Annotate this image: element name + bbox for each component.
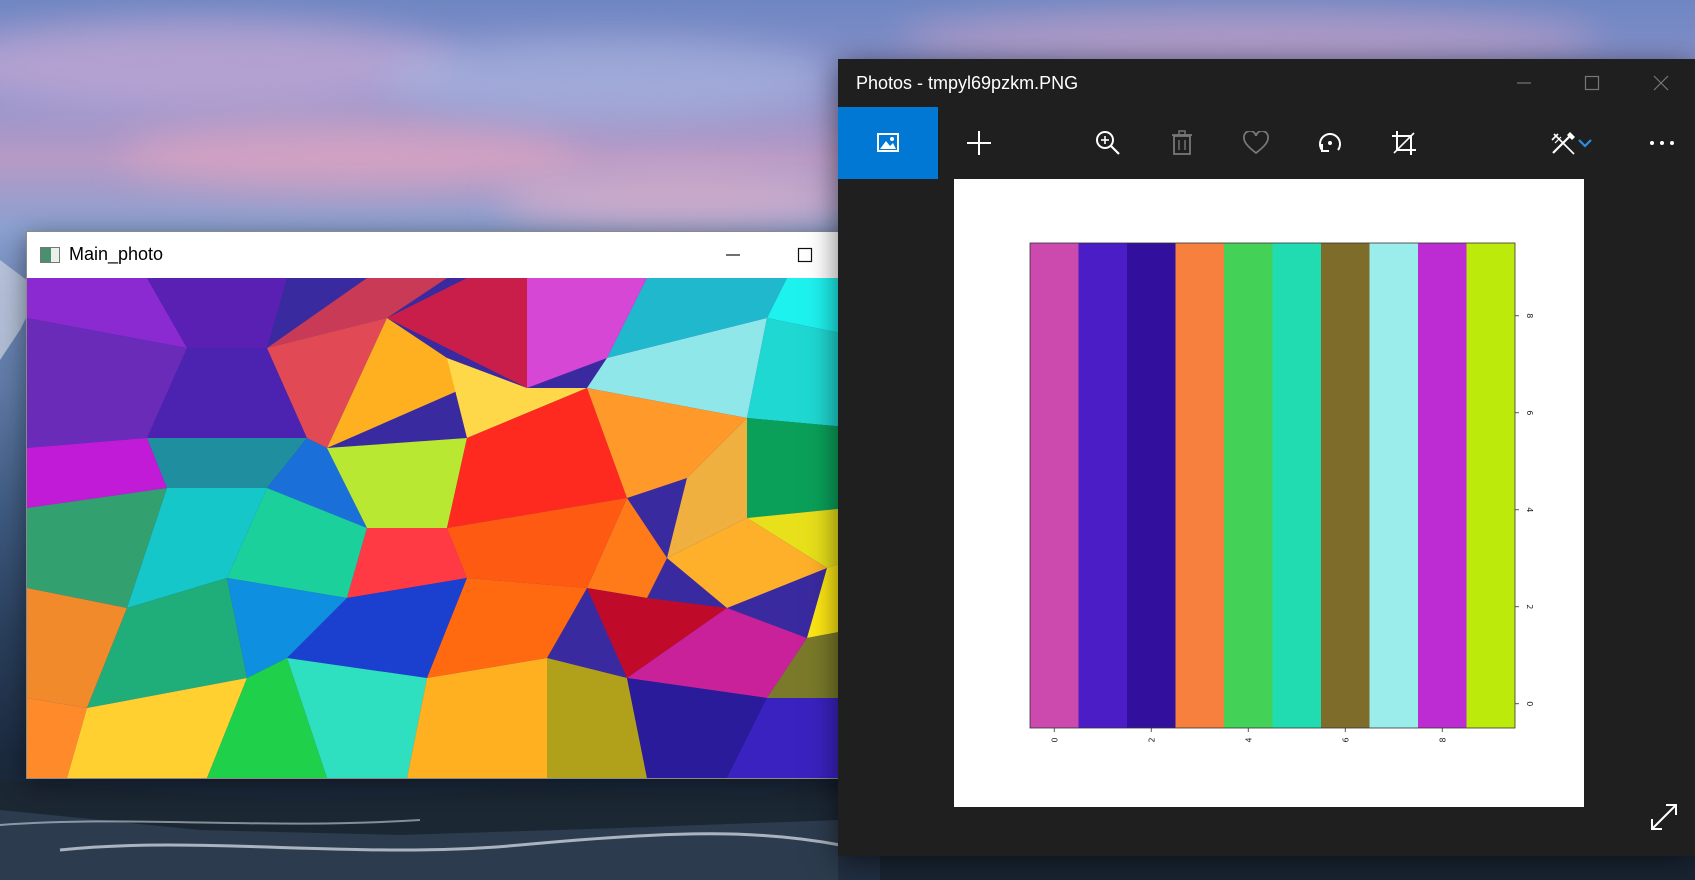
minimize-icon	[726, 254, 740, 256]
more-icon	[1650, 141, 1674, 145]
maximize-icon	[797, 247, 813, 263]
crop-button[interactable]	[1373, 107, 1435, 179]
delete-button[interactable]	[1151, 107, 1213, 179]
view-image-button[interactable]	[838, 107, 938, 179]
main-window-titlebar[interactable]: Main_photo	[27, 232, 913, 278]
close-icon	[1653, 75, 1669, 91]
chart-stripe-2	[1127, 243, 1176, 728]
y-tick-label: 2	[1525, 604, 1534, 609]
y-tick-label: 8	[1525, 313, 1534, 318]
chevron-down-icon	[1578, 139, 1592, 148]
window-title: Photos - tmpyl69pzkm.PNG	[856, 73, 1079, 93]
maximize-button[interactable]	[1558, 59, 1626, 107]
rotate-icon	[1319, 133, 1341, 152]
zoom-in-icon	[1096, 131, 1120, 155]
chart-stripe-5	[1272, 243, 1321, 728]
x-tick-label: 6	[1341, 737, 1350, 742]
photo-canvas	[27, 278, 913, 778]
favorite-button[interactable]	[1225, 107, 1287, 179]
delete-icon	[1172, 130, 1192, 155]
displayed-image: 0 2 4 6 8 0 2 4 6 8	[954, 179, 1584, 807]
crop-icon	[1392, 131, 1416, 155]
x-tick-label: 4	[1244, 737, 1253, 742]
low-poly-image	[27, 278, 913, 778]
photos-window[interactable]: Photos - tmpyl69pzkm.PNG 0 2 4 6 8 0 2 4…	[838, 59, 1695, 856]
image-icon	[877, 133, 899, 152]
chart-stripe-7	[1369, 243, 1418, 728]
y-tick-label: 0	[1525, 701, 1534, 706]
fullscreen-button[interactable]	[1646, 799, 1682, 835]
chart-stripe-3	[1175, 243, 1224, 728]
edit-dropdown-button[interactable]	[1565, 107, 1605, 179]
minimize-button[interactable]	[1490, 59, 1558, 107]
chart-stripe-6	[1321, 243, 1370, 728]
heart-icon	[1243, 131, 1269, 155]
main-photo-window[interactable]: Main_photo	[26, 231, 914, 779]
app-icon	[40, 247, 60, 263]
minimize-icon	[1517, 82, 1531, 84]
maximize-button[interactable]	[770, 232, 840, 278]
image-viewer[interactable]: 0 2 4 6 8 0 2 4 6 8	[838, 179, 1695, 856]
minimize-button[interactable]	[698, 232, 768, 278]
window-title: Main_photo	[69, 244, 164, 264]
chart-stripe-1	[1078, 243, 1127, 728]
y-tick-label: 4	[1525, 507, 1534, 512]
add-button[interactable]	[948, 107, 1010, 179]
rotate-button[interactable]	[1299, 107, 1361, 179]
x-tick-label: 2	[1147, 737, 1156, 742]
stripe-chart: 0 2 4 6 8 0 2 4 6 8	[1029, 242, 1534, 743]
x-tick-label: 0	[1050, 737, 1059, 742]
add-icon	[967, 131, 991, 155]
more-options-button[interactable]	[1631, 107, 1693, 179]
chart-stripe-0	[1030, 243, 1079, 728]
chart-stripe-9	[1466, 243, 1515, 728]
close-button[interactable]	[1627, 59, 1695, 107]
photos-titlebar[interactable]: Photos - tmpyl69pzkm.PNG	[838, 59, 1695, 107]
y-tick-label: 6	[1525, 410, 1534, 415]
x-tick-label: 8	[1438, 737, 1447, 742]
expand-icon	[1651, 804, 1677, 830]
zoom-in-button[interactable]	[1077, 107, 1139, 179]
photos-toolbar	[838, 107, 1695, 179]
maximize-icon	[1584, 75, 1600, 91]
chart-stripe-8	[1418, 243, 1467, 728]
chart-stripe-4	[1224, 243, 1273, 728]
